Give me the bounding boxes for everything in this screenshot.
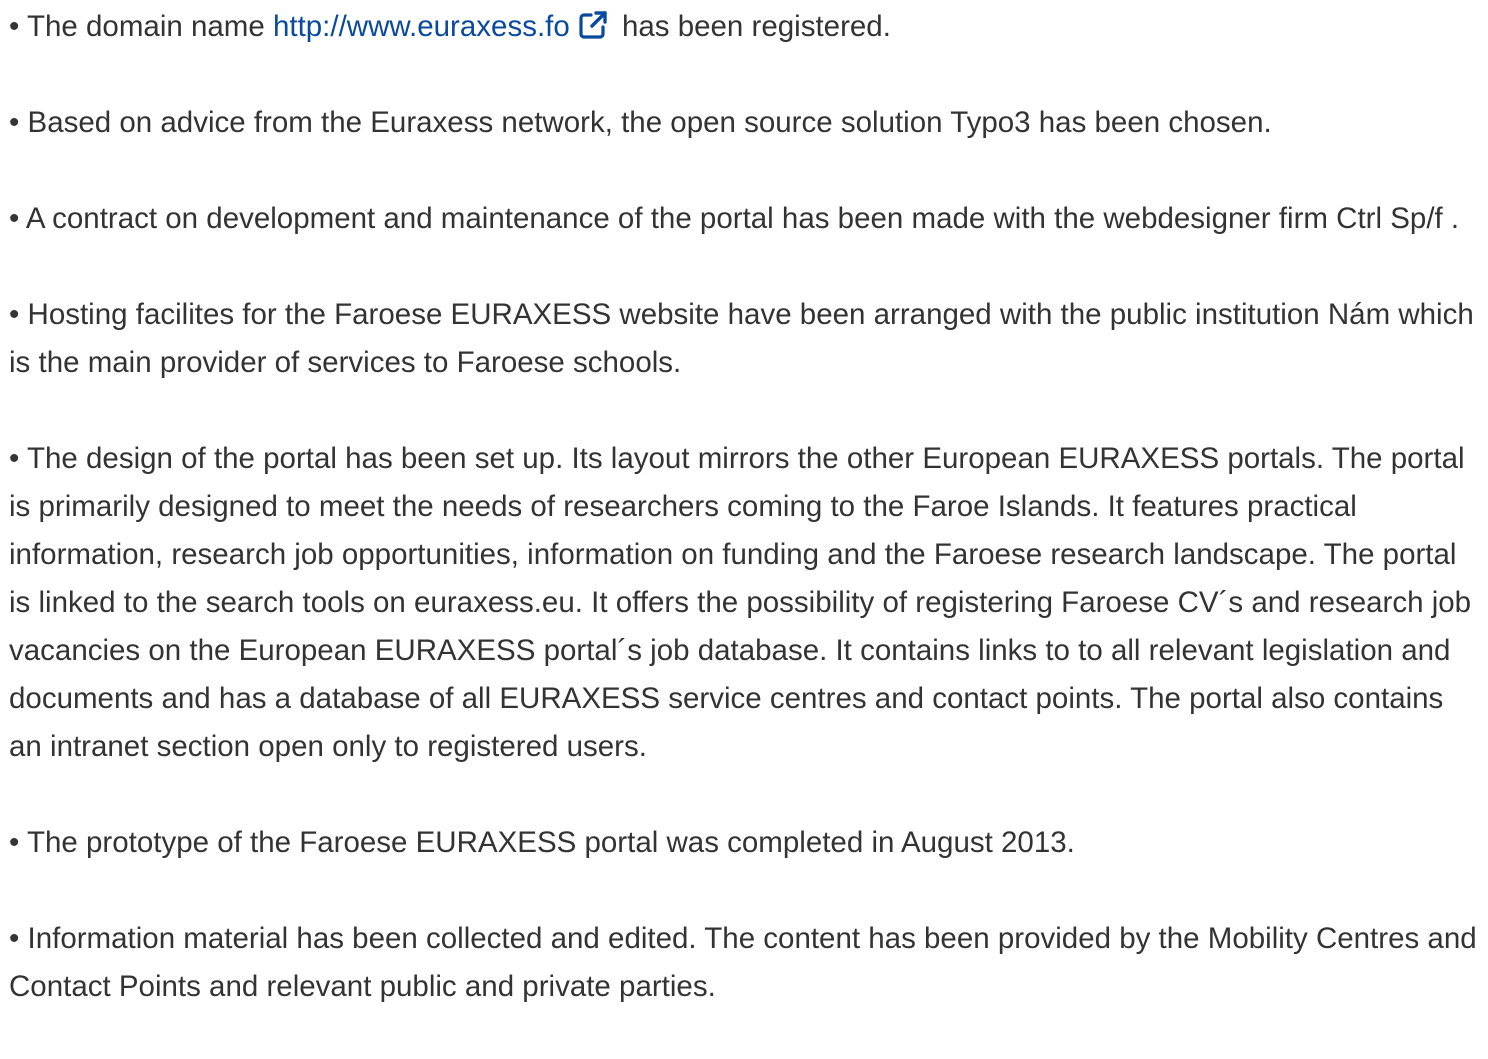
item-prefix: • The domain name — [9, 10, 273, 43]
list-item-prototype: • The prototype of the Faroese EURAXESS … — [9, 826, 1075, 859]
list-item-typo3: • Based on advice from the Euraxess netw… — [9, 106, 1272, 139]
article-content: • The domain name http://www.euraxess.fo… — [9, 3, 1484, 1059]
list-item-hosting: • Hosting facilites for the Faroese EURA… — [9, 298, 1474, 379]
list-item-design: • The design of the portal has been set … — [9, 442, 1472, 763]
item-suffix: has been registered. — [613, 10, 891, 43]
list-item-contract: • A contract on development and maintena… — [9, 202, 1460, 235]
list-item-domain: • The domain name http://www.euraxess.fo… — [9, 3, 1484, 51]
list-item-information-material: • Information material has been collecte… — [9, 922, 1477, 1003]
euraxess-domain-link[interactable]: http://www.euraxess.fo — [273, 10, 614, 43]
link-text[interactable]: http://www.euraxess.fo — [273, 10, 570, 43]
external-link-icon[interactable] — [578, 10, 608, 40]
